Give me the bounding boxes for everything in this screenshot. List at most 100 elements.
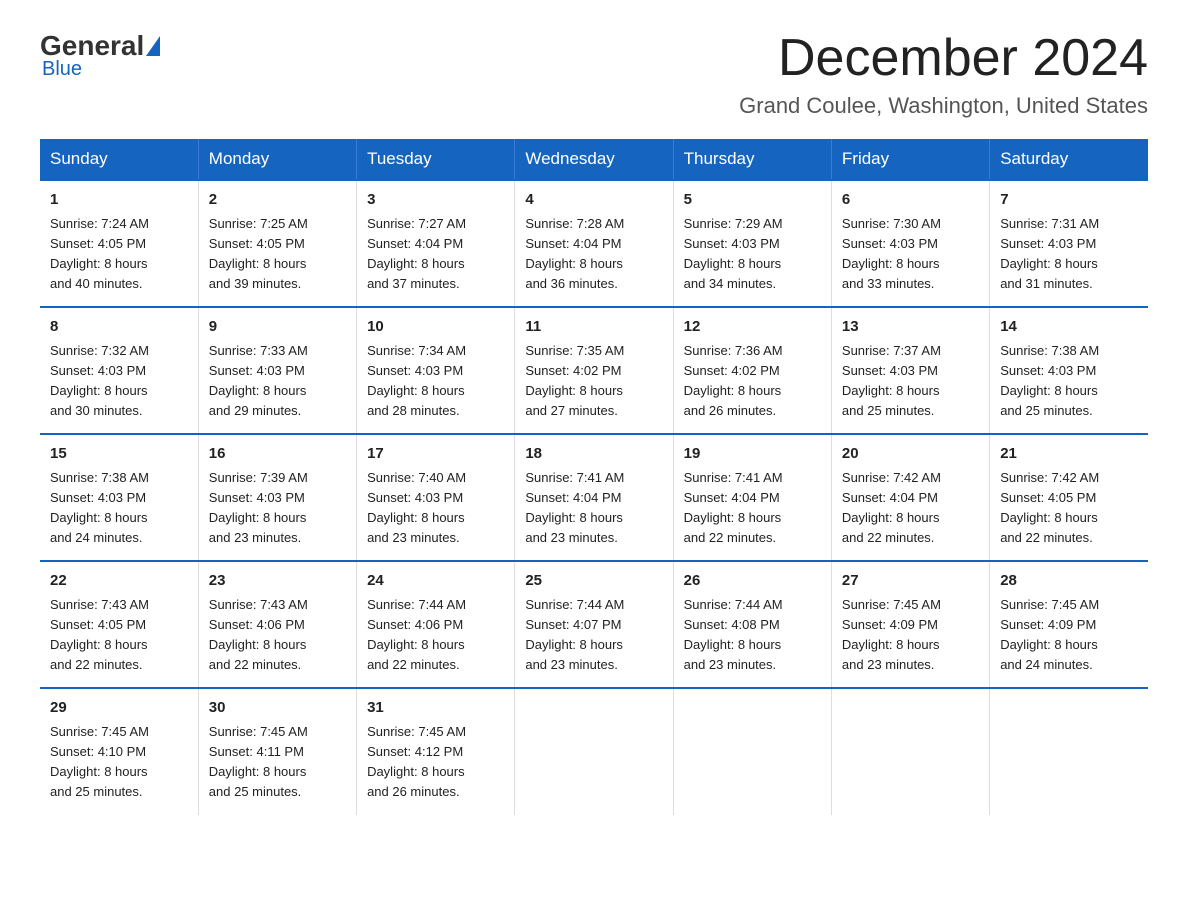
day-number: 9 bbox=[209, 316, 346, 339]
day-info: Sunrise: 7:24 AM Sunset: 4:05 PM Dayligh… bbox=[50, 214, 188, 295]
logo: General Blue bbox=[40, 30, 161, 81]
title-area: December 2024 Grand Coulee, Washington, … bbox=[739, 30, 1148, 119]
day-info: Sunrise: 7:45 AM Sunset: 4:12 PM Dayligh… bbox=[367, 722, 504, 803]
day-info: Sunrise: 7:42 AM Sunset: 4:04 PM Dayligh… bbox=[842, 468, 979, 549]
calendar-subtitle: Grand Coulee, Washington, United States bbox=[739, 93, 1148, 119]
logo-triangle-icon bbox=[146, 36, 160, 56]
day-info: Sunrise: 7:40 AM Sunset: 4:03 PM Dayligh… bbox=[367, 468, 504, 549]
day-info: Sunrise: 7:35 AM Sunset: 4:02 PM Dayligh… bbox=[525, 341, 662, 422]
logo-blue-text: Blue bbox=[42, 58, 82, 81]
header: General Blue December 2024 Grand Coulee,… bbox=[40, 30, 1148, 119]
day-info: Sunrise: 7:44 AM Sunset: 4:08 PM Dayligh… bbox=[684, 595, 821, 676]
calendar-cell: 31Sunrise: 7:45 AM Sunset: 4:12 PM Dayli… bbox=[357, 688, 515, 814]
calendar-cell: 18Sunrise: 7:41 AM Sunset: 4:04 PM Dayli… bbox=[515, 434, 673, 561]
calendar-title: December 2024 bbox=[739, 30, 1148, 87]
day-info: Sunrise: 7:41 AM Sunset: 4:04 PM Dayligh… bbox=[525, 468, 662, 549]
day-number: 12 bbox=[684, 316, 821, 339]
day-info: Sunrise: 7:41 AM Sunset: 4:04 PM Dayligh… bbox=[684, 468, 821, 549]
calendar-cell: 30Sunrise: 7:45 AM Sunset: 4:11 PM Dayli… bbox=[198, 688, 356, 814]
calendar-cell: 27Sunrise: 7:45 AM Sunset: 4:09 PM Dayli… bbox=[831, 561, 989, 688]
day-info: Sunrise: 7:38 AM Sunset: 4:03 PM Dayligh… bbox=[1000, 341, 1138, 422]
day-info: Sunrise: 7:43 AM Sunset: 4:06 PM Dayligh… bbox=[209, 595, 346, 676]
day-info: Sunrise: 7:43 AM Sunset: 4:05 PM Dayligh… bbox=[50, 595, 188, 676]
day-number: 19 bbox=[684, 443, 821, 466]
day-info: Sunrise: 7:28 AM Sunset: 4:04 PM Dayligh… bbox=[525, 214, 662, 295]
day-number: 25 bbox=[525, 570, 662, 593]
day-number: 22 bbox=[50, 570, 188, 593]
day-info: Sunrise: 7:38 AM Sunset: 4:03 PM Dayligh… bbox=[50, 468, 188, 549]
day-info: Sunrise: 7:36 AM Sunset: 4:02 PM Dayligh… bbox=[684, 341, 821, 422]
day-info: Sunrise: 7:44 AM Sunset: 4:07 PM Dayligh… bbox=[525, 595, 662, 676]
calendar-week-1: 1Sunrise: 7:24 AM Sunset: 4:05 PM Daylig… bbox=[40, 180, 1148, 307]
calendar-cell: 6Sunrise: 7:30 AM Sunset: 4:03 PM Daylig… bbox=[831, 180, 989, 307]
calendar-cell: 14Sunrise: 7:38 AM Sunset: 4:03 PM Dayli… bbox=[990, 307, 1148, 434]
day-number: 2 bbox=[209, 189, 346, 212]
calendar-cell: 4Sunrise: 7:28 AM Sunset: 4:04 PM Daylig… bbox=[515, 180, 673, 307]
day-number: 28 bbox=[1000, 570, 1138, 593]
day-info: Sunrise: 7:45 AM Sunset: 4:09 PM Dayligh… bbox=[842, 595, 979, 676]
calendar-cell bbox=[831, 688, 989, 814]
calendar-week-4: 22Sunrise: 7:43 AM Sunset: 4:05 PM Dayli… bbox=[40, 561, 1148, 688]
day-info: Sunrise: 7:33 AM Sunset: 4:03 PM Dayligh… bbox=[209, 341, 346, 422]
day-number: 16 bbox=[209, 443, 346, 466]
calendar-cell: 3Sunrise: 7:27 AM Sunset: 4:04 PM Daylig… bbox=[357, 180, 515, 307]
day-info: Sunrise: 7:32 AM Sunset: 4:03 PM Dayligh… bbox=[50, 341, 188, 422]
calendar-cell: 21Sunrise: 7:42 AM Sunset: 4:05 PM Dayli… bbox=[990, 434, 1148, 561]
calendar-cell: 28Sunrise: 7:45 AM Sunset: 4:09 PM Dayli… bbox=[990, 561, 1148, 688]
calendar-cell: 19Sunrise: 7:41 AM Sunset: 4:04 PM Dayli… bbox=[673, 434, 831, 561]
day-number: 17 bbox=[367, 443, 504, 466]
calendar-cell: 12Sunrise: 7:36 AM Sunset: 4:02 PM Dayli… bbox=[673, 307, 831, 434]
calendar-cell: 11Sunrise: 7:35 AM Sunset: 4:02 PM Dayli… bbox=[515, 307, 673, 434]
calendar-cell: 17Sunrise: 7:40 AM Sunset: 4:03 PM Dayli… bbox=[357, 434, 515, 561]
day-info: Sunrise: 7:31 AM Sunset: 4:03 PM Dayligh… bbox=[1000, 214, 1138, 295]
day-number: 23 bbox=[209, 570, 346, 593]
calendar-cell bbox=[990, 688, 1148, 814]
calendar-cell: 7Sunrise: 7:31 AM Sunset: 4:03 PM Daylig… bbox=[990, 180, 1148, 307]
header-day-sunday: Sunday bbox=[40, 139, 198, 180]
day-info: Sunrise: 7:30 AM Sunset: 4:03 PM Dayligh… bbox=[842, 214, 979, 295]
day-number: 20 bbox=[842, 443, 979, 466]
calendar-cell: 26Sunrise: 7:44 AM Sunset: 4:08 PM Dayli… bbox=[673, 561, 831, 688]
calendar-table: SundayMondayTuesdayWednesdayThursdayFrid… bbox=[40, 139, 1148, 814]
calendar-cell bbox=[673, 688, 831, 814]
day-number: 26 bbox=[684, 570, 821, 593]
day-number: 7 bbox=[1000, 189, 1138, 212]
calendar-header-row: SundayMondayTuesdayWednesdayThursdayFrid… bbox=[40, 139, 1148, 180]
calendar-cell: 10Sunrise: 7:34 AM Sunset: 4:03 PM Dayli… bbox=[357, 307, 515, 434]
day-info: Sunrise: 7:42 AM Sunset: 4:05 PM Dayligh… bbox=[1000, 468, 1138, 549]
day-number: 6 bbox=[842, 189, 979, 212]
day-number: 13 bbox=[842, 316, 979, 339]
day-number: 4 bbox=[525, 189, 662, 212]
calendar-cell: 22Sunrise: 7:43 AM Sunset: 4:05 PM Dayli… bbox=[40, 561, 198, 688]
header-day-friday: Friday bbox=[831, 139, 989, 180]
calendar-cell: 1Sunrise: 7:24 AM Sunset: 4:05 PM Daylig… bbox=[40, 180, 198, 307]
calendar-cell: 15Sunrise: 7:38 AM Sunset: 4:03 PM Dayli… bbox=[40, 434, 198, 561]
day-info: Sunrise: 7:34 AM Sunset: 4:03 PM Dayligh… bbox=[367, 341, 504, 422]
day-info: Sunrise: 7:39 AM Sunset: 4:03 PM Dayligh… bbox=[209, 468, 346, 549]
calendar-cell: 16Sunrise: 7:39 AM Sunset: 4:03 PM Dayli… bbox=[198, 434, 356, 561]
calendar-week-5: 29Sunrise: 7:45 AM Sunset: 4:10 PM Dayli… bbox=[40, 688, 1148, 814]
day-info: Sunrise: 7:29 AM Sunset: 4:03 PM Dayligh… bbox=[684, 214, 821, 295]
day-number: 31 bbox=[367, 697, 504, 720]
day-number: 15 bbox=[50, 443, 188, 466]
header-day-saturday: Saturday bbox=[990, 139, 1148, 180]
day-number: 27 bbox=[842, 570, 979, 593]
day-number: 29 bbox=[50, 697, 188, 720]
calendar-week-3: 15Sunrise: 7:38 AM Sunset: 4:03 PM Dayli… bbox=[40, 434, 1148, 561]
day-number: 30 bbox=[209, 697, 346, 720]
header-day-tuesday: Tuesday bbox=[357, 139, 515, 180]
day-number: 11 bbox=[525, 316, 662, 339]
day-number: 18 bbox=[525, 443, 662, 466]
day-number: 24 bbox=[367, 570, 504, 593]
day-number: 3 bbox=[367, 189, 504, 212]
calendar-cell: 13Sunrise: 7:37 AM Sunset: 4:03 PM Dayli… bbox=[831, 307, 989, 434]
day-info: Sunrise: 7:45 AM Sunset: 4:11 PM Dayligh… bbox=[209, 722, 346, 803]
day-info: Sunrise: 7:25 AM Sunset: 4:05 PM Dayligh… bbox=[209, 214, 346, 295]
calendar-cell: 8Sunrise: 7:32 AM Sunset: 4:03 PM Daylig… bbox=[40, 307, 198, 434]
day-info: Sunrise: 7:27 AM Sunset: 4:04 PM Dayligh… bbox=[367, 214, 504, 295]
calendar-cell: 23Sunrise: 7:43 AM Sunset: 4:06 PM Dayli… bbox=[198, 561, 356, 688]
day-number: 1 bbox=[50, 189, 188, 212]
calendar-cell: 25Sunrise: 7:44 AM Sunset: 4:07 PM Dayli… bbox=[515, 561, 673, 688]
day-info: Sunrise: 7:45 AM Sunset: 4:10 PM Dayligh… bbox=[50, 722, 188, 803]
calendar-week-2: 8Sunrise: 7:32 AM Sunset: 4:03 PM Daylig… bbox=[40, 307, 1148, 434]
